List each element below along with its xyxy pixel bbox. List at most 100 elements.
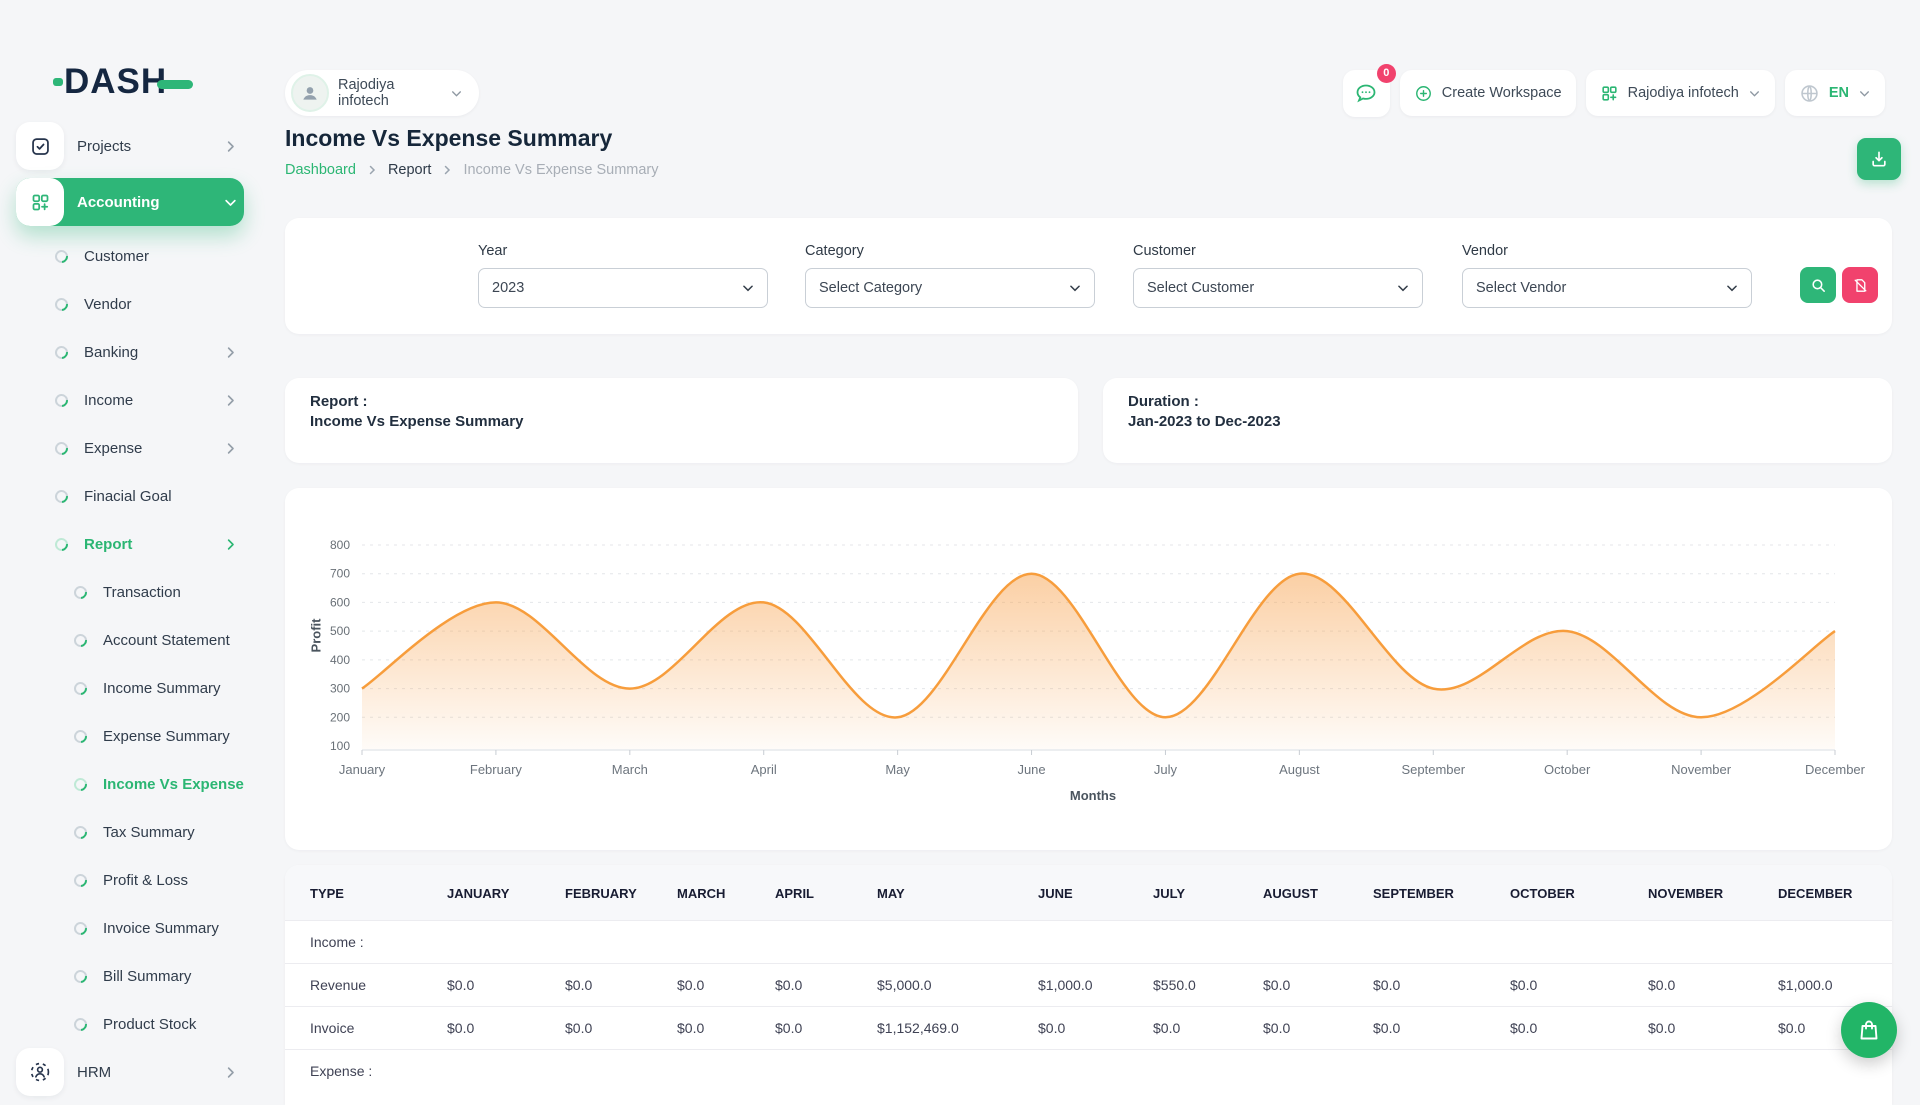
- sidebar-item-customer[interactable]: Customer: [16, 232, 244, 280]
- page-title: Income Vs Expense Summary: [285, 125, 612, 152]
- workspace-selector[interactable]: Rajodiya infotech: [285, 70, 479, 116]
- sidebar-item-label: Income: [84, 392, 223, 409]
- table-cell: $0.0: [765, 964, 867, 1007]
- table-cell: $0.0: [1028, 1007, 1143, 1050]
- bullet-icon: [71, 727, 89, 745]
- category-select[interactable]: Select Category: [805, 268, 1095, 308]
- y-tick-label: 400: [330, 653, 350, 667]
- company-selector[interactable]: Rajodiya infotech: [1586, 70, 1775, 116]
- sidebar-item-label: Tax Summary: [103, 824, 244, 841]
- chevron-down-icon: [1748, 87, 1761, 100]
- sidebar-item-label: Profit & Loss: [103, 872, 244, 889]
- sidebar-item-label: Expense Summary: [103, 728, 244, 745]
- customer-select[interactable]: Select Customer: [1133, 268, 1423, 308]
- month-label: February: [470, 762, 523, 777]
- sidebar-item-income-summary[interactable]: Income Summary: [16, 664, 244, 712]
- download-button[interactable]: [1857, 138, 1901, 180]
- table-section-label: Income :: [285, 921, 1892, 964]
- table-cell: $0.0: [555, 964, 667, 1007]
- bullet-icon: [52, 487, 70, 505]
- table-header-cell: APRIL: [765, 865, 867, 921]
- sidebar-item-label: Bill Summary: [103, 968, 244, 985]
- table-cell: $0.0: [667, 964, 765, 1007]
- sidebar-item-bill-summary[interactable]: Bill Summary: [16, 952, 244, 1000]
- filter-year: Year: [478, 243, 507, 259]
- report-label: Report :: [310, 393, 368, 410]
- table-row: Invoice$0.0$0.0$0.0$0.0$1,152,469.0$0.0$…: [285, 1007, 1892, 1050]
- breadcrumb-report[interactable]: Report: [388, 162, 432, 178]
- table-row: Revenue$0.0$0.0$0.0$0.0$5,000.0$1,000.0$…: [285, 964, 1892, 1007]
- sidebar-item-product-stock[interactable]: Product Stock: [16, 1000, 244, 1048]
- people-target-icon: [16, 1048, 64, 1096]
- sidebar-item-label: Invoice Summary: [103, 920, 244, 937]
- sidebar-item-label: Accounting: [77, 194, 223, 211]
- sidebar-item-expense[interactable]: Expense: [16, 424, 244, 472]
- sidebar-item-profit-loss[interactable]: Profit & Loss: [16, 856, 244, 904]
- profit-series-area: [362, 574, 1835, 749]
- year-select[interactable]: 2023: [478, 268, 768, 308]
- clear-filter-button[interactable]: [1842, 267, 1878, 303]
- chevron-right-icon: [223, 441, 238, 456]
- profit-chart-card: Profit Months 100200300400500600700800Ja…: [285, 488, 1892, 850]
- table-header-row: TYPEJANUARYFEBRUARYMARCHAPRILMAYJUNEJULY…: [285, 865, 1892, 921]
- table-header-cell: JULY: [1143, 865, 1253, 921]
- sidebar-item-projects[interactable]: Projects: [16, 122, 244, 170]
- chevron-right-icon: [223, 537, 238, 552]
- chevron-down-icon: [1725, 281, 1739, 295]
- bullet-icon: [52, 247, 70, 265]
- sidebar: DASH Projects Accounting CustomerVendorBan…: [0, 0, 262, 1080]
- sidebar-item-label: HRM: [77, 1064, 223, 1081]
- table-header-cell: DECEMBER: [1768, 865, 1892, 921]
- shopping-bag-icon: [1857, 1018, 1881, 1042]
- sidebar-item-hrm[interactable]: HRM: [16, 1048, 244, 1096]
- table-cell: $0.0: [437, 964, 555, 1007]
- filter-category: Category: [805, 243, 864, 259]
- bullet-icon: [71, 967, 89, 985]
- customer-label: Customer: [1133, 243, 1196, 259]
- grid-plus-icon: [16, 178, 64, 226]
- bullet-icon: [71, 919, 89, 937]
- table-section-row: Expense :: [285, 1050, 1892, 1093]
- breadcrumb-current: Income Vs Expense Summary: [463, 162, 658, 178]
- chevron-right-icon: [223, 345, 238, 360]
- sidebar-item-label: Income Vs Expense: [103, 776, 244, 793]
- sidebar-item-account-statement[interactable]: Account Statement: [16, 616, 244, 664]
- chevron-right-icon: [441, 164, 453, 176]
- report-value: Income Vs Expense Summary: [310, 413, 523, 430]
- sidebar-item-report[interactable]: Report: [16, 520, 244, 568]
- language-selector[interactable]: EN: [1785, 70, 1885, 116]
- sidebar-item-tax-summary[interactable]: Tax Summary: [16, 808, 244, 856]
- month-label: October: [1544, 762, 1591, 777]
- month-label: August: [1279, 762, 1320, 777]
- bullet-icon: [52, 295, 70, 313]
- sidebar-item-income[interactable]: Income: [16, 376, 244, 424]
- duration-summary-card: Duration : Jan-2023 to Dec-2023: [1103, 378, 1892, 463]
- dash-logo[interactable]: DASH: [64, 62, 193, 102]
- table-header-cell: SEPTEMBER: [1363, 865, 1500, 921]
- sidebar-item-income-vs-expense[interactable]: Income Vs Expense: [16, 760, 244, 808]
- sidebar-item-vendor[interactable]: Vendor: [16, 280, 244, 328]
- sidebar-item-accounting[interactable]: Accounting: [16, 178, 244, 226]
- sidebar-item-label: Income Summary: [103, 680, 244, 697]
- sidebar-item-transaction[interactable]: Transaction: [16, 568, 244, 616]
- create-workspace-button[interactable]: Create Workspace: [1400, 70, 1576, 116]
- apply-filter-button[interactable]: [1800, 267, 1836, 303]
- table-cell: $0.0: [1363, 964, 1500, 1007]
- chat-badge: 0: [1377, 64, 1396, 83]
- breadcrumb: Dashboard Report Income Vs Expense Summa…: [285, 162, 659, 178]
- sidebar-item-invoice-summary[interactable]: Invoice Summary: [16, 904, 244, 952]
- chevron-right-icon: [223, 139, 238, 154]
- chat-button[interactable]: 0: [1343, 70, 1390, 117]
- sidebar-item-expense-summary[interactable]: Expense Summary: [16, 712, 244, 760]
- breadcrumb-dashboard[interactable]: Dashboard: [285, 162, 356, 178]
- bullet-icon: [52, 535, 70, 553]
- search-icon: [1810, 277, 1827, 294]
- table-cell: $0.0: [1363, 1007, 1500, 1050]
- sidebar-item-banking[interactable]: Banking: [16, 328, 244, 376]
- table-cell: $0.0: [555, 1007, 667, 1050]
- purchase-fab-button[interactable]: [1841, 1002, 1897, 1058]
- clear-filter-icon: [1852, 277, 1869, 294]
- sidebar-item-finacial-goal[interactable]: Finacial Goal: [16, 472, 244, 520]
- vendor-select[interactable]: Select Vendor: [1462, 268, 1752, 308]
- table-header-cell: MARCH: [667, 865, 765, 921]
